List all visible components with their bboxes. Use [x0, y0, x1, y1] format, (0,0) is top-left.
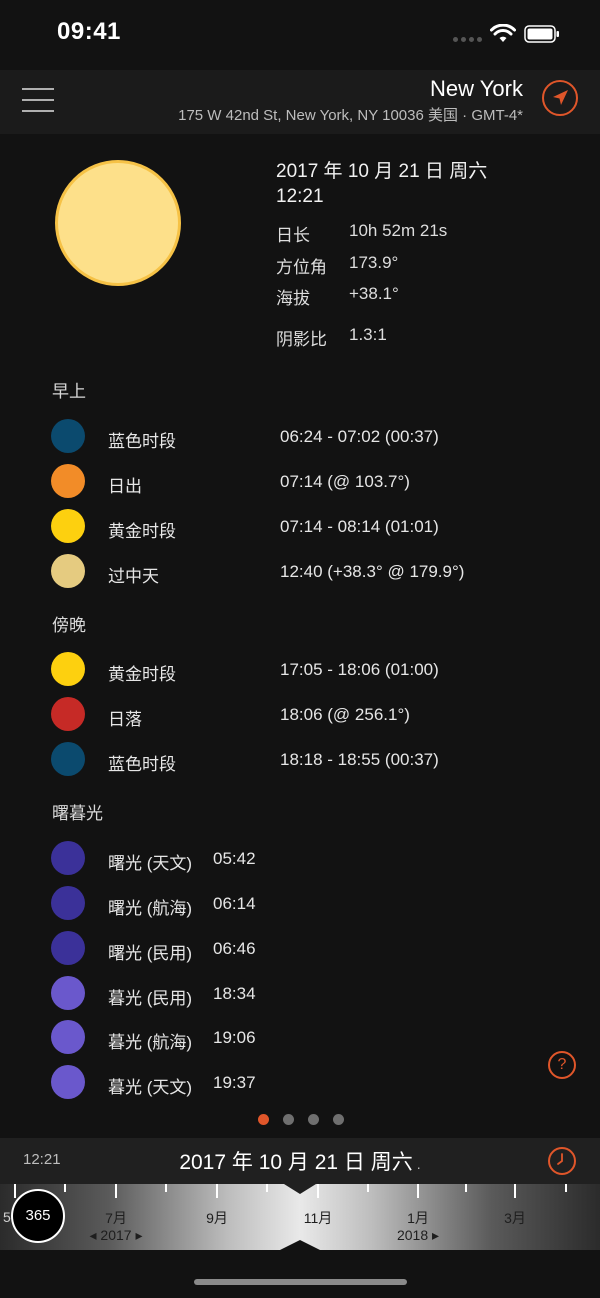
sunset-dot: [51, 697, 85, 731]
sun-icon: [55, 160, 181, 286]
event-label: 曙光 (民用): [108, 944, 193, 963]
timeline-tick: [14, 1184, 16, 1198]
shadow-ratio-label: 阴影比: [276, 330, 327, 349]
event-label: 暮光 (航海): [108, 1033, 193, 1052]
clock-button[interactable]: [548, 1147, 576, 1175]
event-label: 曙光 (航海): [108, 899, 193, 918]
page-dot[interactable]: [283, 1114, 294, 1125]
golden-hour-dot: [51, 509, 85, 543]
event-label: 过中天: [108, 567, 159, 586]
timeline-month-label: 7月: [105, 1210, 127, 1226]
day-of-year-badge[interactable]: 365: [11, 1189, 65, 1243]
timeline-pointer-top: [284, 1184, 316, 1194]
date-bar-date-suffix: .: [416, 1156, 421, 1172]
event-value: 19:06: [213, 1028, 256, 1047]
timeline-tick: [266, 1184, 268, 1192]
event-label: 日出: [108, 477, 142, 496]
battery-icon: [524, 25, 559, 43]
hamburger-menu-icon[interactable]: [22, 88, 54, 112]
cellular-signal-icon: [453, 37, 483, 43]
event-label: 曙光 (天文): [108, 854, 193, 873]
event-value: 19:37: [213, 1073, 256, 1092]
event-value: 12:40 (+38.3° @ 179.9°): [280, 562, 465, 581]
location-name[interactable]: New York: [430, 76, 523, 102]
timeline-month-label: 9月: [206, 1210, 228, 1226]
selected-date: 2017 年 10 月 21 日 周六: [276, 161, 488, 182]
event-label: 日落: [108, 710, 142, 729]
help-button[interactable]: ?: [548, 1051, 576, 1079]
section-title-evening: 傍晚: [52, 616, 86, 635]
shadow-ratio-value: 1.3:1: [349, 325, 387, 344]
timeline-month-label: 1月: [407, 1210, 429, 1226]
event-value: 18:18 - 18:55 (00:37): [280, 750, 439, 769]
twilight-dot: [51, 976, 85, 1010]
date-bar-date[interactable]: 2017 年 10 月 21 日 周六.: [0, 1146, 600, 1176]
event-value: 05:42: [213, 849, 256, 868]
timeline-tick: [216, 1184, 218, 1198]
event-label: 黄金时段: [108, 522, 176, 541]
azimuth-label: 方位角: [276, 258, 327, 277]
event-value: 18:34: [213, 984, 256, 1003]
timeline-tick: [465, 1184, 467, 1192]
page-dot[interactable]: [333, 1114, 344, 1125]
timeline-tick: [317, 1184, 319, 1198]
section-title-morning: 早上: [52, 382, 86, 401]
day-length-value: 10h 52m 21s: [349, 221, 448, 240]
timeline-tick: [64, 1184, 66, 1192]
altitude-value: +38.1°: [349, 284, 399, 303]
timeline-tick: [367, 1184, 369, 1192]
timeline-tick: [165, 1184, 167, 1192]
wifi-icon: [490, 24, 516, 42]
navigate-location-button[interactable]: [542, 80, 578, 116]
page-dot[interactable]: [308, 1114, 319, 1125]
day-length-label: 日长: [276, 226, 310, 245]
timeline-tick: [565, 1184, 567, 1192]
blue-hour-dot: [51, 419, 85, 453]
event-value: 18:06 (@ 256.1°): [280, 705, 410, 724]
twilight-dot: [51, 886, 85, 920]
event-label: 暮光 (天文): [108, 1078, 193, 1097]
twilight-dot: [51, 931, 85, 965]
event-label: 蓝色时段: [108, 755, 176, 774]
event-value: 17:05 - 18:06 (01:00): [280, 660, 439, 679]
page-dot[interactable]: [258, 1114, 269, 1125]
timeline-month-label: 11月: [303, 1210, 333, 1226]
event-label: 暮光 (民用): [108, 989, 193, 1008]
location-arrow-icon: [553, 90, 568, 105]
solar-noon-dot: [51, 554, 85, 588]
blue-hour-dot: [51, 742, 85, 776]
home-indicator[interactable]: [194, 1279, 407, 1285]
twilight-dot: [51, 1065, 85, 1099]
twilight-dot: [51, 841, 85, 875]
page-indicator[interactable]: [258, 1114, 348, 1126]
timeline-tick: [417, 1184, 419, 1198]
timeline-year-label[interactable]: ◂ 2017 ▸: [90, 1227, 143, 1244]
selected-time: 12:21: [276, 186, 324, 207]
event-value: 07:14 - 08:14 (01:01): [280, 517, 439, 536]
azimuth-value: 173.9°: [349, 253, 399, 272]
timeline-month-label: 3月: [504, 1210, 526, 1226]
event-value: 06:46: [213, 939, 256, 958]
altitude-label: 海拔: [276, 289, 310, 308]
timeline-edge-label: 5: [3, 1209, 11, 1225]
event-value: 06:14: [213, 894, 256, 913]
event-label: 蓝色时段: [108, 432, 176, 451]
clock-icon: [557, 1153, 563, 1165]
date-bar-date-text: 2017 年 10 月 21 日 周六: [179, 1151, 413, 1174]
sunrise-dot: [51, 464, 85, 498]
event-value: 07:14 (@ 103.7°): [280, 472, 410, 491]
status-bar-time: 09:41: [57, 18, 121, 45]
timeline-pointer-bottom: [280, 1240, 320, 1250]
timeline-tick: [115, 1184, 117, 1198]
timeline-tick: [514, 1184, 516, 1198]
timeline-year-label[interactable]: 2018 ▸: [397, 1227, 439, 1244]
golden-hour-dot: [51, 652, 85, 686]
section-title-twilight: 曙暮光: [52, 804, 103, 823]
twilight-dot: [51, 1020, 85, 1054]
event-value: 06:24 - 07:02 (00:37): [280, 427, 439, 446]
event-label: 黄金时段: [108, 665, 176, 684]
location-address[interactable]: 175 W 42nd St, New York, NY 10036 美国 · G…: [178, 104, 523, 125]
